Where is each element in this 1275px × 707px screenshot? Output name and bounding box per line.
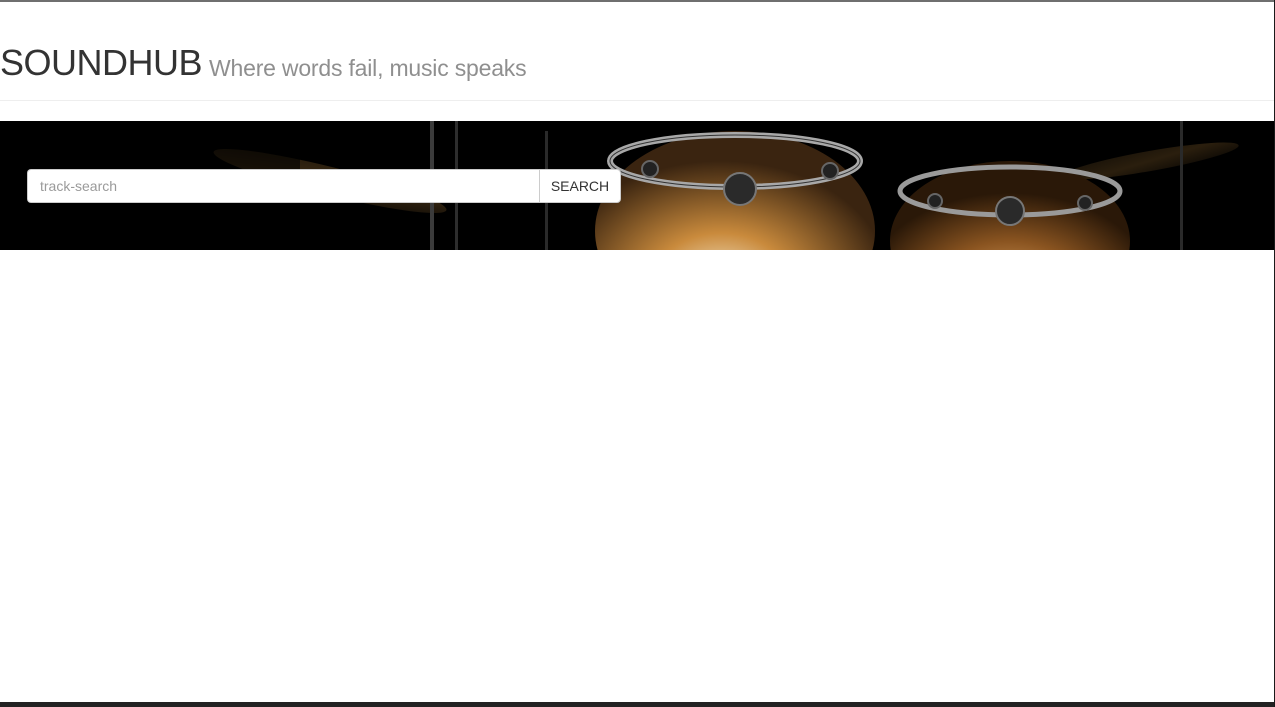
track-search-input[interactable] (27, 169, 539, 203)
header-divider (0, 100, 1275, 101)
brand-tagline: Where words fail, music speaks (209, 55, 527, 81)
page-header: SOUNDHUB Where words fail, music speaks (0, 2, 1275, 100)
bottom-edge (0, 702, 1275, 707)
search-bar: SEARCH (27, 169, 621, 203)
brand-title: SOUNDHUB (0, 42, 203, 83)
search-button[interactable]: SEARCH (539, 169, 621, 203)
